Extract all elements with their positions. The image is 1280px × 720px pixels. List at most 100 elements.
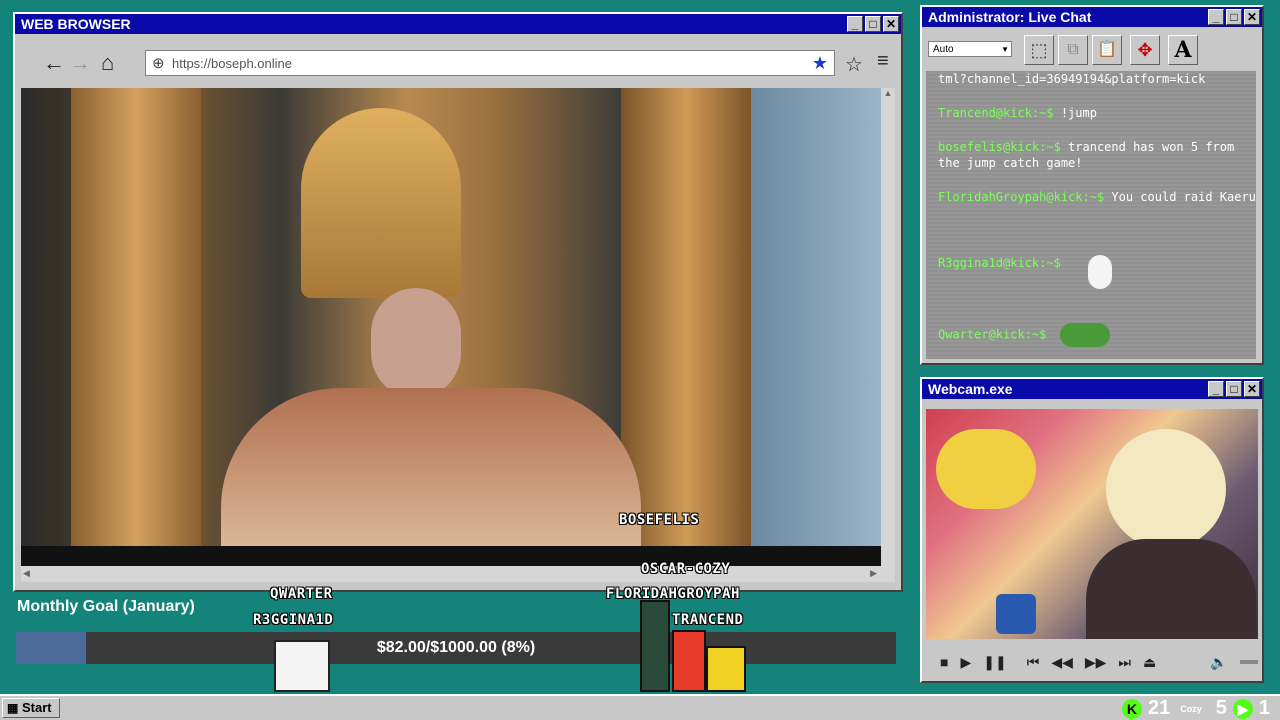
sprite-character bbox=[640, 600, 670, 692]
chat-username: Trancend@kick:~$ bbox=[938, 106, 1054, 120]
chat-message-text: You could raid Kaeru bbox=[1111, 190, 1256, 204]
avatar-head bbox=[1106, 429, 1226, 549]
maximize-button[interactable]: □ bbox=[1226, 9, 1242, 25]
kick-icon: K bbox=[1121, 698, 1142, 719]
chat-message: bosefelis@kick:~$ trancend has won 5 fro… bbox=[938, 139, 1256, 171]
volume-slider[interactable] bbox=[1239, 660, 1258, 664]
globe-icon: ⊕ bbox=[152, 55, 165, 72]
rewind-icon[interactable]: ◀◀ bbox=[1051, 654, 1073, 671]
minimize-button[interactable]: _ bbox=[1208, 381, 1224, 397]
vertical-scrollbar[interactable]: ▲ bbox=[881, 88, 895, 578]
sprite-character bbox=[274, 640, 330, 692]
chat-username: R3ggina1d@kick:~$ bbox=[938, 256, 1061, 270]
sprite-name-oscar: OSCAR-COZY bbox=[641, 561, 731, 577]
stop-icon[interactable]: ■ bbox=[940, 654, 948, 670]
volume-icon[interactable]: 🔈 bbox=[1210, 654, 1227, 671]
eject-icon[interactable]: ⏏ bbox=[1143, 654, 1156, 671]
other-count: 5 bbox=[1215, 697, 1227, 719]
mug bbox=[996, 594, 1036, 634]
chat-username: FloridahGroypah@kick:~$ bbox=[938, 190, 1105, 204]
browser-window: WEB BROWSER _ □ ✕ ← → ⌂ ⊕ https://boseph… bbox=[13, 12, 903, 592]
pillar-left bbox=[71, 88, 201, 566]
skip-back-icon[interactable]: ⏮ bbox=[1027, 654, 1040, 671]
start-label: Start bbox=[21, 700, 52, 715]
bookmark-star-icon[interactable]: ★ bbox=[812, 53, 828, 74]
play-icon[interactable]: ▶ bbox=[960, 654, 971, 671]
chat-window: Administrator: Live Chat _ □ ✕ Auto ▼ ⬚ … bbox=[920, 5, 1264, 365]
play-icon: ▶ bbox=[1232, 698, 1253, 719]
statue-face bbox=[371, 288, 461, 398]
cozy-icon: Cozy bbox=[1180, 704, 1202, 714]
paste-icon[interactable]: 📋 bbox=[1092, 35, 1122, 65]
goal-title: Monthly Goal (January) bbox=[17, 598, 195, 615]
chat-message: R3ggina1d@kick:~$ bbox=[938, 255, 1256, 289]
back-icon[interactable]: ← bbox=[43, 50, 65, 76]
select-icon[interactable]: ⬚ bbox=[1024, 35, 1054, 65]
chat-titlebar[interactable]: Administrator: Live Chat _ □ ✕ bbox=[922, 7, 1262, 27]
browser-titlebar[interactable]: WEB BROWSER _ □ ✕ bbox=[15, 14, 901, 34]
scroll-left-icon[interactable]: ◀ bbox=[23, 568, 30, 579]
scroll-right-icon[interactable]: ▶ bbox=[870, 568, 877, 579]
cozy-label: Cozy bbox=[1180, 703, 1202, 714]
font-icon[interactable]: A bbox=[1168, 35, 1198, 65]
media-controls: ■ ▶ ❚❚ ⏮ ◀◀ ▶▶ ⏭ ⏏ 🔈 bbox=[926, 647, 1258, 677]
move-icon[interactable]: ✥ bbox=[1130, 35, 1160, 65]
minimize-button[interactable]: _ bbox=[847, 16, 863, 32]
chat-message: FloridahGroypah@kick:~$ You could raid K… bbox=[938, 189, 1256, 205]
fast-forward-icon[interactable]: ▶▶ bbox=[1085, 654, 1107, 671]
emote-icon bbox=[1088, 255, 1113, 289]
mitre bbox=[301, 108, 461, 298]
horizontal-scrollbar[interactable]: ◀ ▶ bbox=[21, 566, 895, 582]
sprite-name-floridah: FLORIDAHGROYPAH bbox=[606, 586, 740, 602]
chat-log[interactable]: tml?channel_id=36949194&platform=kick Tr… bbox=[926, 71, 1256, 359]
scroll-up-icon[interactable]: ▲ bbox=[881, 88, 895, 98]
url-text: https://boseph.online bbox=[172, 56, 292, 71]
avatar-body bbox=[1086, 539, 1256, 639]
chevron-down-icon: ▼ bbox=[1001, 45, 1009, 54]
font-select[interactable]: Auto ▼ bbox=[928, 41, 1012, 57]
webcam-view bbox=[926, 409, 1258, 639]
chat-message: Qwarter@kick:~$ bbox=[938, 323, 1256, 347]
chat-title: Administrator: Live Chat bbox=[928, 9, 1092, 25]
minimize-button[interactable]: _ bbox=[1208, 9, 1224, 25]
plush-toy bbox=[936, 429, 1036, 509]
close-button[interactable]: ✕ bbox=[1244, 381, 1260, 397]
taskbar: ▦ Start K 21 Cozy 5 ▶ 1 bbox=[0, 694, 1280, 720]
webcam-title: Webcam.exe bbox=[928, 381, 1013, 397]
close-button[interactable]: ✕ bbox=[883, 16, 899, 32]
play-count: 1 bbox=[1258, 697, 1270, 719]
browser-toolbar: ← → ⌂ ⊕ https://boseph.online ★ ☆ ≡ bbox=[21, 46, 895, 82]
maximize-button[interactable]: □ bbox=[1226, 381, 1242, 397]
system-tray: K 21 Cozy 5 ▶ 1 bbox=[1121, 697, 1270, 720]
video-caption: BOSEFELIS bbox=[619, 512, 700, 528]
pillar-right bbox=[621, 88, 751, 566]
chat-message: tml?channel_id=36949194&platform=kick bbox=[938, 71, 1256, 87]
menu-icon[interactable]: ≡ bbox=[877, 50, 889, 73]
webcam-titlebar[interactable]: Webcam.exe _ □ ✕ bbox=[922, 379, 1262, 399]
start-button[interactable]: ▦ Start bbox=[2, 698, 60, 718]
goal-progress-bar: $82.00/$1000.00 (8%) bbox=[16, 632, 896, 664]
windows-icon: ▦ bbox=[7, 701, 19, 715]
video-viewport[interactable]: BOSEFELIS bbox=[21, 88, 881, 566]
sprite-character bbox=[706, 646, 746, 692]
chat-username: bosefelis@kick:~$ bbox=[938, 140, 1061, 154]
copy-icon[interactable]: ⧉ bbox=[1058, 35, 1088, 65]
chat-message: Trancend@kick:~$ !jump bbox=[938, 105, 1256, 121]
chat-message-text: !jump bbox=[1060, 106, 1097, 120]
address-bar[interactable]: ⊕ https://boseph.online ★ bbox=[145, 50, 835, 76]
favorites-icon[interactable]: ☆ bbox=[845, 52, 863, 77]
skip-forward-icon[interactable]: ⏭ bbox=[1118, 654, 1131, 671]
goal-progress-text: $82.00/$1000.00 (8%) bbox=[376, 639, 536, 656]
sprite-name-r3ggina1d: R3GGINA1D bbox=[253, 612, 334, 628]
close-button[interactable]: ✕ bbox=[1244, 9, 1260, 25]
chat-username: Qwarter@kick:~$ bbox=[938, 327, 1047, 342]
sprite-name-trancend: TRANCEND bbox=[672, 612, 744, 628]
maximize-button[interactable]: □ bbox=[865, 16, 881, 32]
pause-icon[interactable]: ❚❚ bbox=[983, 654, 1006, 671]
video-letterbox bbox=[21, 546, 881, 566]
forward-icon[interactable]: → bbox=[69, 50, 91, 76]
kick-count: 21 bbox=[1147, 697, 1171, 719]
home-icon[interactable]: ⌂ bbox=[101, 50, 114, 76]
chat-toolbar: Auto ▼ ⬚ ⧉ 📋 ✥ A bbox=[926, 31, 1258, 71]
pepe-emote-icon bbox=[1059, 323, 1110, 347]
